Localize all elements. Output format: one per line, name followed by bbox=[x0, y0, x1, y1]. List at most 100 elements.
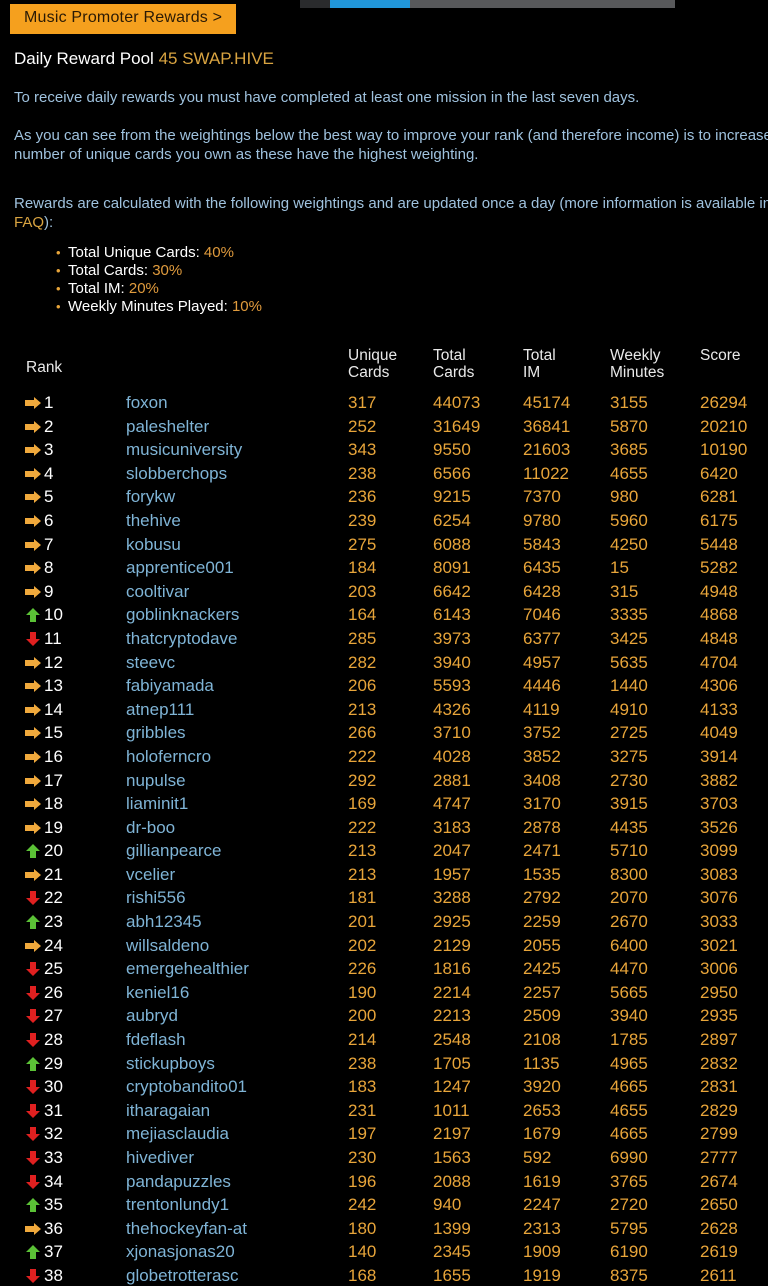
username-link[interactable]: kobusu bbox=[126, 533, 181, 557]
total-cards-value: 1399 bbox=[433, 1218, 471, 1238]
username-link[interactable]: paleshelter bbox=[126, 415, 209, 439]
table-row[interactable]: 6 thehive 239 6254 9780 5960 6175 bbox=[0, 509, 768, 533]
total-im-value: 2878 bbox=[523, 817, 561, 837]
username-link[interactable]: aubryd bbox=[126, 1004, 178, 1028]
table-row[interactable]: 21 vcelier 213 1957 1535 8300 3083 bbox=[0, 863, 768, 887]
username-link[interactable]: holoferncro bbox=[126, 745, 211, 769]
username-link[interactable]: globetrotterasc bbox=[126, 1264, 238, 1286]
username-link[interactable]: foxon bbox=[126, 391, 168, 415]
username-link[interactable]: fabiyamada bbox=[126, 674, 214, 698]
unique-cards-value: 238 bbox=[348, 1053, 377, 1073]
username-link[interactable]: forykw bbox=[126, 485, 175, 509]
calculation-text-before: Rewards are calculated with the followin… bbox=[14, 195, 768, 212]
trend-down-icon bbox=[24, 1079, 42, 1095]
table-row[interactable]: 26 keniel16 190 2214 2257 5665 2950 bbox=[0, 981, 768, 1005]
table-row[interactable]: 24 willsaldeno 202 2129 2055 6400 3021 bbox=[0, 934, 768, 958]
table-row[interactable]: 11 thatcryptodave 285 3973 6377 3425 4848 bbox=[0, 627, 768, 651]
username-link[interactable]: keniel16 bbox=[126, 981, 189, 1005]
username-link[interactable]: slobberchops bbox=[126, 462, 227, 486]
username-link[interactable]: thehive bbox=[126, 509, 181, 533]
table-row[interactable]: 12 steevc 282 3940 4957 5635 4704 bbox=[0, 651, 768, 675]
username-link[interactable]: musicuniversity bbox=[126, 438, 242, 462]
username-link[interactable]: dr-boo bbox=[126, 816, 175, 840]
username-link[interactable]: nupulse bbox=[126, 769, 186, 793]
table-row[interactable]: 16 holoferncro 222 4028 3852 3275 3914 bbox=[0, 745, 768, 769]
table-row[interactable]: 37 xjonasjonas20 140 2345 1909 6190 2619 bbox=[0, 1240, 768, 1264]
table-row[interactable]: 23 abh12345 201 2925 2259 2670 3033 bbox=[0, 910, 768, 934]
music-promoter-rewards-button[interactable]: Music Promoter Rewards > bbox=[10, 4, 237, 35]
table-row[interactable]: 9 cooltivar 203 6642 6428 315 4948 bbox=[0, 580, 768, 604]
table-row[interactable]: 19 dr-boo 222 3183 2878 4435 3526 bbox=[0, 816, 768, 840]
username-link[interactable]: mejiasclaudia bbox=[126, 1122, 229, 1146]
username-link[interactable]: fdeflash bbox=[126, 1028, 186, 1052]
username-link[interactable]: itharagaian bbox=[126, 1099, 210, 1123]
score-value: 3083 bbox=[700, 864, 738, 884]
unique-cards-value: 213 bbox=[348, 841, 377, 861]
table-row[interactable]: 10 goblinknackers 164 6143 7046 3335 4868 bbox=[0, 603, 768, 627]
weekly-minutes-value: 315 bbox=[610, 581, 639, 601]
table-row[interactable]: 7 kobusu 275 6088 5843 4250 5448 bbox=[0, 533, 768, 557]
username-link[interactable]: willsaldeno bbox=[126, 934, 209, 958]
total-cards-value: 6143 bbox=[433, 605, 471, 625]
total-cards-value: 2881 bbox=[433, 770, 471, 790]
table-row[interactable]: 5 forykw 236 9215 7370 980 6281 bbox=[0, 485, 768, 509]
username-link[interactable]: xjonasjonas20 bbox=[126, 1240, 235, 1264]
table-row[interactable]: 13 fabiyamada 206 5593 4446 1440 4306 bbox=[0, 674, 768, 698]
table-row[interactable]: 17 nupulse 292 2881 3408 2730 3882 bbox=[0, 769, 768, 793]
table-row[interactable]: 32 mejiasclaudia 197 2197 1679 4665 2799 bbox=[0, 1122, 768, 1146]
table-row[interactable]: 29 stickupboys 238 1705 1135 4965 2832 bbox=[0, 1052, 768, 1076]
username-link[interactable]: trentonlundy1 bbox=[126, 1193, 229, 1217]
table-row[interactable]: 34 pandapuzzles 196 2088 1619 3765 2674 bbox=[0, 1170, 768, 1194]
weekly-minutes-value: 4655 bbox=[610, 463, 648, 483]
table-row[interactable]: 14 atnep111 213 4326 4119 4910 4133 bbox=[0, 698, 768, 722]
username-link[interactable]: hivediver bbox=[126, 1146, 194, 1170]
username-link[interactable]: cryptobandito01 bbox=[126, 1075, 247, 1099]
table-row[interactable]: 3 musicuniversity 343 9550 21603 3685 10190 bbox=[0, 438, 768, 462]
table-row[interactable]: 35 trentonlundy1 242 940 2247 2720 2650 bbox=[0, 1193, 768, 1217]
total-cards-value: 3973 bbox=[433, 628, 471, 648]
trend-down-icon bbox=[24, 1008, 42, 1024]
table-row[interactable]: 28 fdeflash 214 2548 2108 1785 2897 bbox=[0, 1028, 768, 1052]
username-link[interactable]: rishi556 bbox=[126, 886, 186, 910]
table-row[interactable]: 22 rishi556 181 3288 2792 2070 3076 bbox=[0, 886, 768, 910]
table-row[interactable]: 33 hivediver 230 1563 592 6990 2777 bbox=[0, 1146, 768, 1170]
username-link[interactable]: atnep111 bbox=[126, 698, 194, 722]
table-row[interactable]: 20 gillianpearce 213 2047 2471 5710 3099 bbox=[0, 839, 768, 863]
trend-same-icon bbox=[24, 702, 42, 718]
username-link[interactable]: steevc bbox=[126, 651, 175, 675]
username-link[interactable]: goblinknackers bbox=[126, 603, 239, 627]
table-row[interactable]: 36 thehockeyfan-at 180 1399 2313 5795 2628 bbox=[0, 1217, 768, 1241]
username-link[interactable]: stickupboys bbox=[126, 1052, 215, 1076]
username-link[interactable]: apprentice001 bbox=[126, 556, 234, 580]
username-link[interactable]: liaminit1 bbox=[126, 792, 188, 816]
faq-link[interactable]: FAQ bbox=[14, 214, 44, 231]
score-value: 20210 bbox=[700, 416, 748, 436]
table-row[interactable]: 31 itharagaian 231 1011 2653 4655 2829 bbox=[0, 1099, 768, 1123]
rank-number: 16 bbox=[44, 746, 63, 766]
total-im-value: 1919 bbox=[523, 1265, 561, 1285]
table-row[interactable]: 4 slobberchops 238 6566 11022 4655 6420 bbox=[0, 462, 768, 486]
table-row[interactable]: 2 paleshelter 252 31649 36841 5870 20210 bbox=[0, 415, 768, 439]
table-row[interactable]: 8 apprentice001 184 8091 6435 15 5282 bbox=[0, 556, 768, 580]
total-cards-value: 3710 bbox=[433, 723, 471, 743]
table-row[interactable]: 30 cryptobandito01 183 1247 3920 4665 2831 bbox=[0, 1075, 768, 1099]
username-link[interactable]: thatcryptodave bbox=[126, 627, 238, 651]
username-link[interactable]: emergehealthier bbox=[126, 957, 249, 981]
table-row[interactable]: 15 gribbles 266 3710 3752 2725 4049 bbox=[0, 721, 768, 745]
username-link[interactable]: cooltivar bbox=[126, 580, 189, 604]
username-link[interactable]: abh12345 bbox=[126, 910, 202, 934]
username-link[interactable]: gillianpearce bbox=[126, 839, 221, 863]
username-link[interactable]: pandapuzzles bbox=[126, 1170, 231, 1194]
table-row[interactable]: 38 globetrotterasc 168 1655 1919 8375 2611 bbox=[0, 1264, 768, 1286]
weekly-minutes-value: 5960 bbox=[610, 510, 648, 530]
username-link[interactable]: vcelier bbox=[126, 863, 175, 887]
table-row[interactable]: 18 liaminit1 169 4747 3170 3915 3703 bbox=[0, 792, 768, 816]
table-row[interactable]: 25 emergehealthier 226 1816 2425 4470 3006 bbox=[0, 957, 768, 981]
unique-cards-value: 238 bbox=[348, 463, 377, 483]
username-link[interactable]: gribbles bbox=[126, 721, 186, 745]
table-row[interactable]: 1 foxon 317 44073 45174 3155 26294 bbox=[0, 391, 768, 415]
total-cards-value: 6642 bbox=[433, 581, 471, 601]
username-link[interactable]: thehockeyfan-at bbox=[126, 1217, 247, 1241]
scrollbar-thumb[interactable] bbox=[330, 0, 410, 8]
table-row[interactable]: 27 aubryd 200 2213 2509 3940 2935 bbox=[0, 1004, 768, 1028]
